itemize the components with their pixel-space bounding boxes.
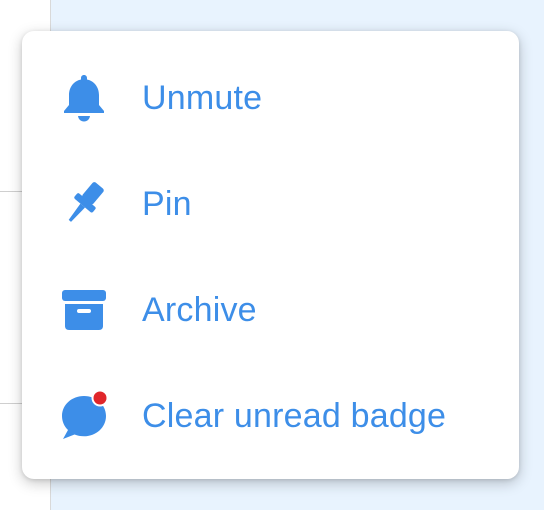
menu-item-label: Archive — [142, 290, 257, 329]
menu-item-label: Pin — [142, 184, 192, 223]
menu-item-pin[interactable]: Pin — [22, 151, 519, 257]
pin-icon — [54, 174, 114, 234]
bell-icon — [54, 68, 114, 128]
menu-item-label: Clear unread badge — [142, 396, 447, 435]
menu-item-unmute[interactable]: Unmute — [22, 45, 519, 151]
context-menu: Unmute Pin Archive Clear unread badge — [22, 31, 519, 479]
menu-item-clear-unread-badge[interactable]: Clear unread badge — [22, 363, 519, 469]
menu-item-archive[interactable]: Archive — [22, 257, 519, 363]
menu-item-label: Unmute — [142, 78, 263, 117]
screen: Unmute Pin Archive Clear unread badge — [0, 0, 544, 510]
archive-icon — [54, 280, 114, 340]
chat-badge-icon — [54, 386, 114, 446]
